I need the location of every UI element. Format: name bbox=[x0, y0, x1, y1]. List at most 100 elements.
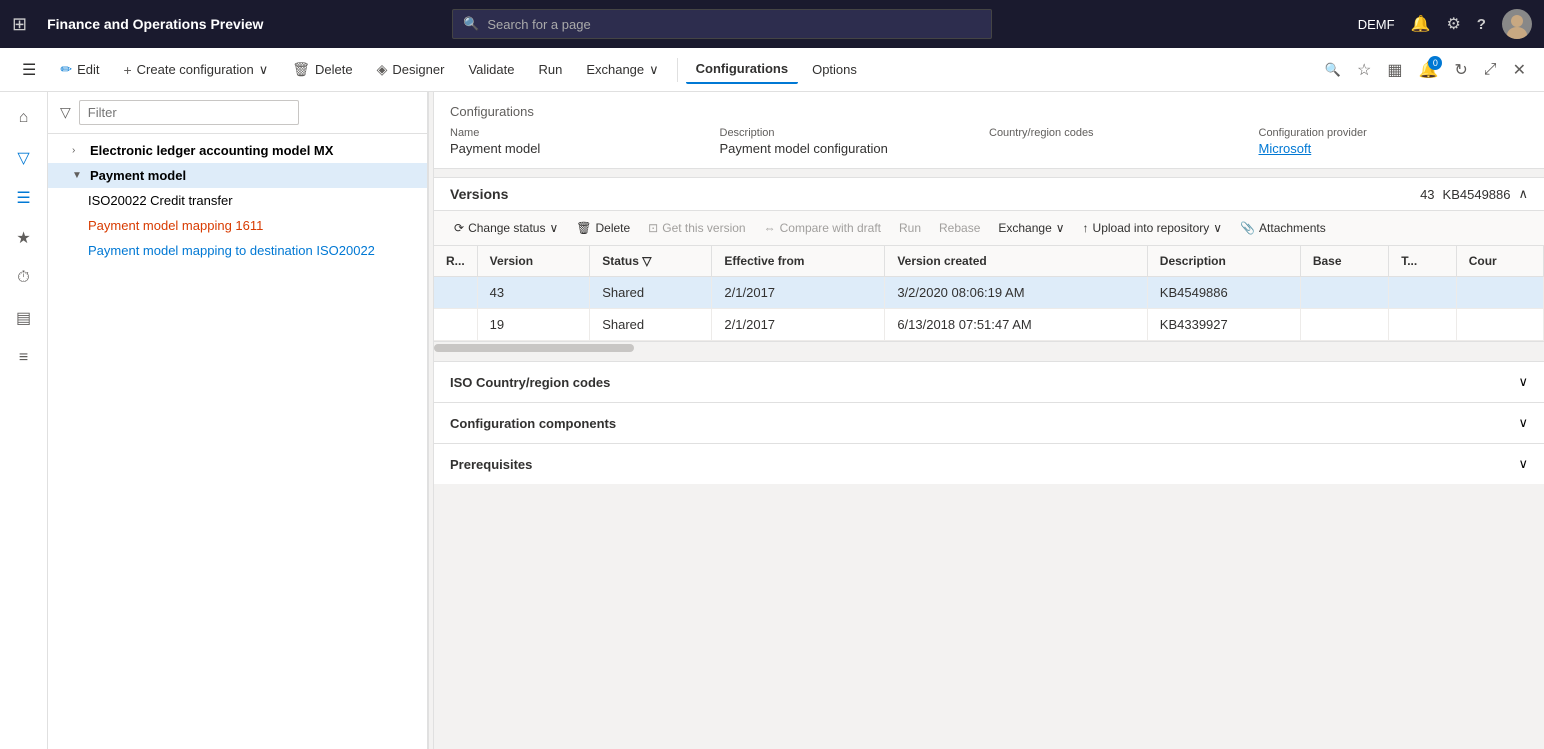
versions-collapse-icon[interactable]: ∧ bbox=[1518, 186, 1528, 202]
top-nav-right: DEMF 🔔 ⚙ ? bbox=[1358, 9, 1532, 39]
horizontal-scrollbar[interactable] bbox=[434, 341, 1544, 353]
prerequisites-chevron-icon: ∨ bbox=[1518, 456, 1528, 472]
upload-icon: ↑ bbox=[1083, 221, 1089, 235]
tree-item-0[interactable]: › Electronic ledger accounting model MX bbox=[48, 138, 427, 163]
dropdown-chevron-icon: ∨ bbox=[259, 62, 269, 78]
iso-country-title: ISO Country/region codes bbox=[450, 375, 610, 390]
table-cell-0-5: KB4549886 bbox=[1147, 277, 1300, 309]
config-col-description: Description Payment model configuration bbox=[720, 127, 990, 156]
versions-badge: 43 KB4549886 ∧ bbox=[1420, 186, 1528, 202]
sidebar-icon-panel: ⌂ ▽ ☰ ★ ⏱ ▤ ≡ bbox=[0, 92, 48, 749]
upload-repository-button[interactable]: ↑ Upload into repository ∨ bbox=[1075, 217, 1231, 239]
col-header-base: Base bbox=[1300, 246, 1388, 277]
columns-icon[interactable]: ▦ bbox=[1381, 54, 1408, 86]
prerequisites-section: Prerequisites ∨ bbox=[434, 443, 1544, 484]
refresh-icon[interactable]: ↻ bbox=[1448, 54, 1473, 86]
table-cell-1-4: 6/13/2018 07:51:47 AM bbox=[885, 309, 1147, 341]
command-bar: ☰ ✏ Edit + Create configuration ∨ 🗑 Dele… bbox=[0, 48, 1544, 92]
table-row[interactable]: 19Shared2/1/20176/13/2018 07:51:47 AMKB4… bbox=[434, 309, 1544, 341]
config-col-country: Country/region codes bbox=[989, 127, 1259, 156]
configurations-nav-button[interactable]: Configurations bbox=[686, 55, 798, 84]
table-cell-0-1: 43 bbox=[477, 277, 590, 309]
exchange-button[interactable]: Exchange ∨ bbox=[576, 56, 668, 84]
get-this-version-button[interactable]: ⊡ Get this version bbox=[640, 217, 753, 239]
collapsible-sections: ISO Country/region codes ∨ Configuration… bbox=[434, 361, 1544, 484]
config-header-panel: Configurations Name Payment model Descri… bbox=[434, 92, 1544, 169]
versions-delete-button[interactable]: 🗑 Delete bbox=[568, 217, 638, 239]
table-cell-1-2: Shared bbox=[590, 309, 712, 341]
iso-country-chevron-icon: ∨ bbox=[1518, 374, 1528, 390]
table-cell-1-8 bbox=[1456, 309, 1543, 341]
validate-button[interactable]: Validate bbox=[458, 56, 524, 83]
change-status-button[interactable]: ⟳ Change status ∨ bbox=[446, 217, 566, 239]
sidebar-list-btn[interactable]: ≡ bbox=[6, 340, 42, 376]
versions-delete-icon: 🗑 bbox=[576, 221, 591, 235]
table-row[interactable]: 43Shared2/1/20173/2/2020 08:06:19 AMKB45… bbox=[434, 277, 1544, 309]
table-cell-1-6 bbox=[1300, 309, 1388, 341]
toolbar-search-icon[interactable]: 🔍 bbox=[1319, 56, 1347, 84]
tree-item-3[interactable]: Payment model mapping 1611 bbox=[48, 213, 427, 238]
config-col-name: Name Payment model bbox=[450, 127, 720, 156]
config-section-title: Configurations bbox=[450, 104, 1528, 119]
get-version-icon: ⊡ bbox=[648, 221, 658, 235]
hamburger-btn[interactable]: ☰ bbox=[12, 54, 46, 86]
create-configuration-button[interactable]: + Create configuration ∨ bbox=[113, 56, 278, 84]
tree-label-3: Payment model mapping 1611 bbox=[88, 218, 263, 233]
search-input[interactable] bbox=[487, 17, 981, 32]
compare-with-draft-button[interactable]: ⇔ Compare with draft bbox=[756, 217, 889, 239]
panel-divider[interactable] bbox=[428, 92, 434, 749]
close-icon[interactable]: ✕ bbox=[1507, 54, 1532, 86]
versions-run-button[interactable]: Run bbox=[891, 217, 929, 239]
iso-country-header[interactable]: ISO Country/region codes ∨ bbox=[434, 362, 1544, 402]
sync-icon: ⟳ bbox=[454, 221, 464, 235]
exchange-chevron-icon: ∨ bbox=[649, 62, 659, 78]
options-nav-button[interactable]: Options bbox=[802, 56, 867, 83]
change-status-chevron-icon: ∨ bbox=[549, 221, 558, 235]
status-filter-icon[interactable]: ▽ bbox=[642, 254, 651, 268]
table-cell-1-7 bbox=[1389, 309, 1457, 341]
tree-item-4[interactable]: Payment model mapping to destination ISO… bbox=[48, 238, 427, 263]
delete-button[interactable]: 🗑 Delete bbox=[282, 55, 362, 84]
tree-toggle-icon-0: › bbox=[72, 145, 84, 156]
run-button[interactable]: Run bbox=[528, 56, 572, 83]
sidebar-filter-btn[interactable]: ▽ bbox=[6, 140, 42, 176]
edit-button[interactable]: ✏ Edit bbox=[50, 55, 109, 84]
prerequisites-header[interactable]: Prerequisites ∨ bbox=[434, 444, 1544, 484]
sidebar-nav-btn[interactable]: ☰ bbox=[6, 180, 42, 216]
versions-table: R... Version Status ▽ Effective from Ver… bbox=[434, 246, 1544, 341]
config-details-row: Name Payment model Description Payment m… bbox=[450, 127, 1528, 156]
rebase-button[interactable]: Rebase bbox=[931, 217, 988, 239]
user-env: DEMF bbox=[1358, 17, 1395, 32]
expand-icon[interactable]: ⤢ bbox=[1478, 55, 1503, 85]
config-components-header[interactable]: Configuration components ∨ bbox=[434, 403, 1544, 443]
user-avatar[interactable] bbox=[1502, 9, 1532, 39]
plus-icon: + bbox=[123, 62, 131, 78]
app-grid-icon[interactable]: ⊞ bbox=[12, 14, 27, 35]
table-cell-0-4: 3/2/2020 08:06:19 AM bbox=[885, 277, 1147, 309]
config-col-provider: Configuration provider Microsoft bbox=[1259, 127, 1529, 156]
versions-exchange-button[interactable]: Exchange ∨ bbox=[990, 217, 1072, 239]
sidebar-home-btn[interactable]: ⌂ bbox=[6, 100, 42, 136]
config-name-value: Payment model bbox=[450, 141, 704, 156]
prerequisites-title: Prerequisites bbox=[450, 457, 532, 472]
sidebar-clock-btn[interactable]: ⏱ bbox=[6, 260, 42, 296]
table-cell-1-1: 19 bbox=[477, 309, 590, 341]
sidebar-star-btn[interactable]: ★ bbox=[6, 220, 42, 256]
global-search-bar[interactable]: 🔍 bbox=[452, 9, 992, 39]
config-components-section: Configuration components ∨ bbox=[434, 402, 1544, 443]
col-header-created: Version created bbox=[885, 246, 1147, 277]
tree-item-1[interactable]: ▼ Payment model bbox=[48, 163, 427, 188]
tree-item-2[interactable]: ISO20022 Credit transfer bbox=[48, 188, 427, 213]
help-icon[interactable]: ? bbox=[1477, 16, 1486, 33]
designer-button[interactable]: ◈ Designer bbox=[367, 55, 455, 84]
bookmark-icon[interactable]: ☆ bbox=[1351, 54, 1377, 86]
tree-filter-input[interactable] bbox=[79, 100, 299, 125]
config-name-label: Name bbox=[450, 127, 704, 139]
sidebar-table-btn[interactable]: ▤ bbox=[6, 300, 42, 336]
config-provider-value[interactable]: Microsoft bbox=[1259, 141, 1513, 156]
gear-icon[interactable]: ⚙ bbox=[1446, 14, 1460, 34]
config-provider-label: Configuration provider bbox=[1259, 127, 1513, 139]
bell-icon[interactable]: 🔔 bbox=[1411, 14, 1431, 34]
attachments-button[interactable]: 📎 Attachments bbox=[1232, 217, 1334, 239]
toolbar-divider bbox=[677, 58, 678, 82]
